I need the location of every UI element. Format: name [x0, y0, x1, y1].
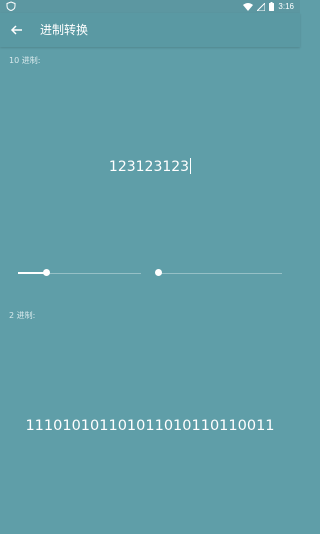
decimal-value: 123123123 [108, 159, 190, 175]
wifi-icon [243, 3, 254, 11]
binary-output: 111010101101011010110110011 [25, 418, 275, 434]
status-time: 3:16 [278, 2, 294, 11]
app-bar: 进制转换 [0, 13, 300, 47]
text-caret [190, 158, 192, 174]
app-screen: 3:16 进制转换 10 进制: 123123123 2 进制: 1110101… [0, 0, 300, 534]
status-icons: 3:16 [243, 0, 294, 13]
shield-icon [6, 1, 16, 11]
slider-left-thumb[interactable] [43, 269, 50, 276]
decimal-label: 10 进制: [9, 56, 41, 65]
signal-icon [257, 2, 266, 11]
slider-right-thumb[interactable] [155, 269, 162, 276]
status-bar: 3:16 [0, 0, 300, 13]
arrow-left-icon[interactable] [8, 21, 26, 39]
slider-left-fill [18, 272, 46, 274]
decimal-input[interactable]: 123123123 [0, 158, 300, 175]
binary-label: 2 进制: [9, 311, 36, 320]
page-title: 进制转换 [40, 23, 89, 37]
slider-right-track [158, 273, 282, 274]
battery-icon [269, 2, 275, 11]
